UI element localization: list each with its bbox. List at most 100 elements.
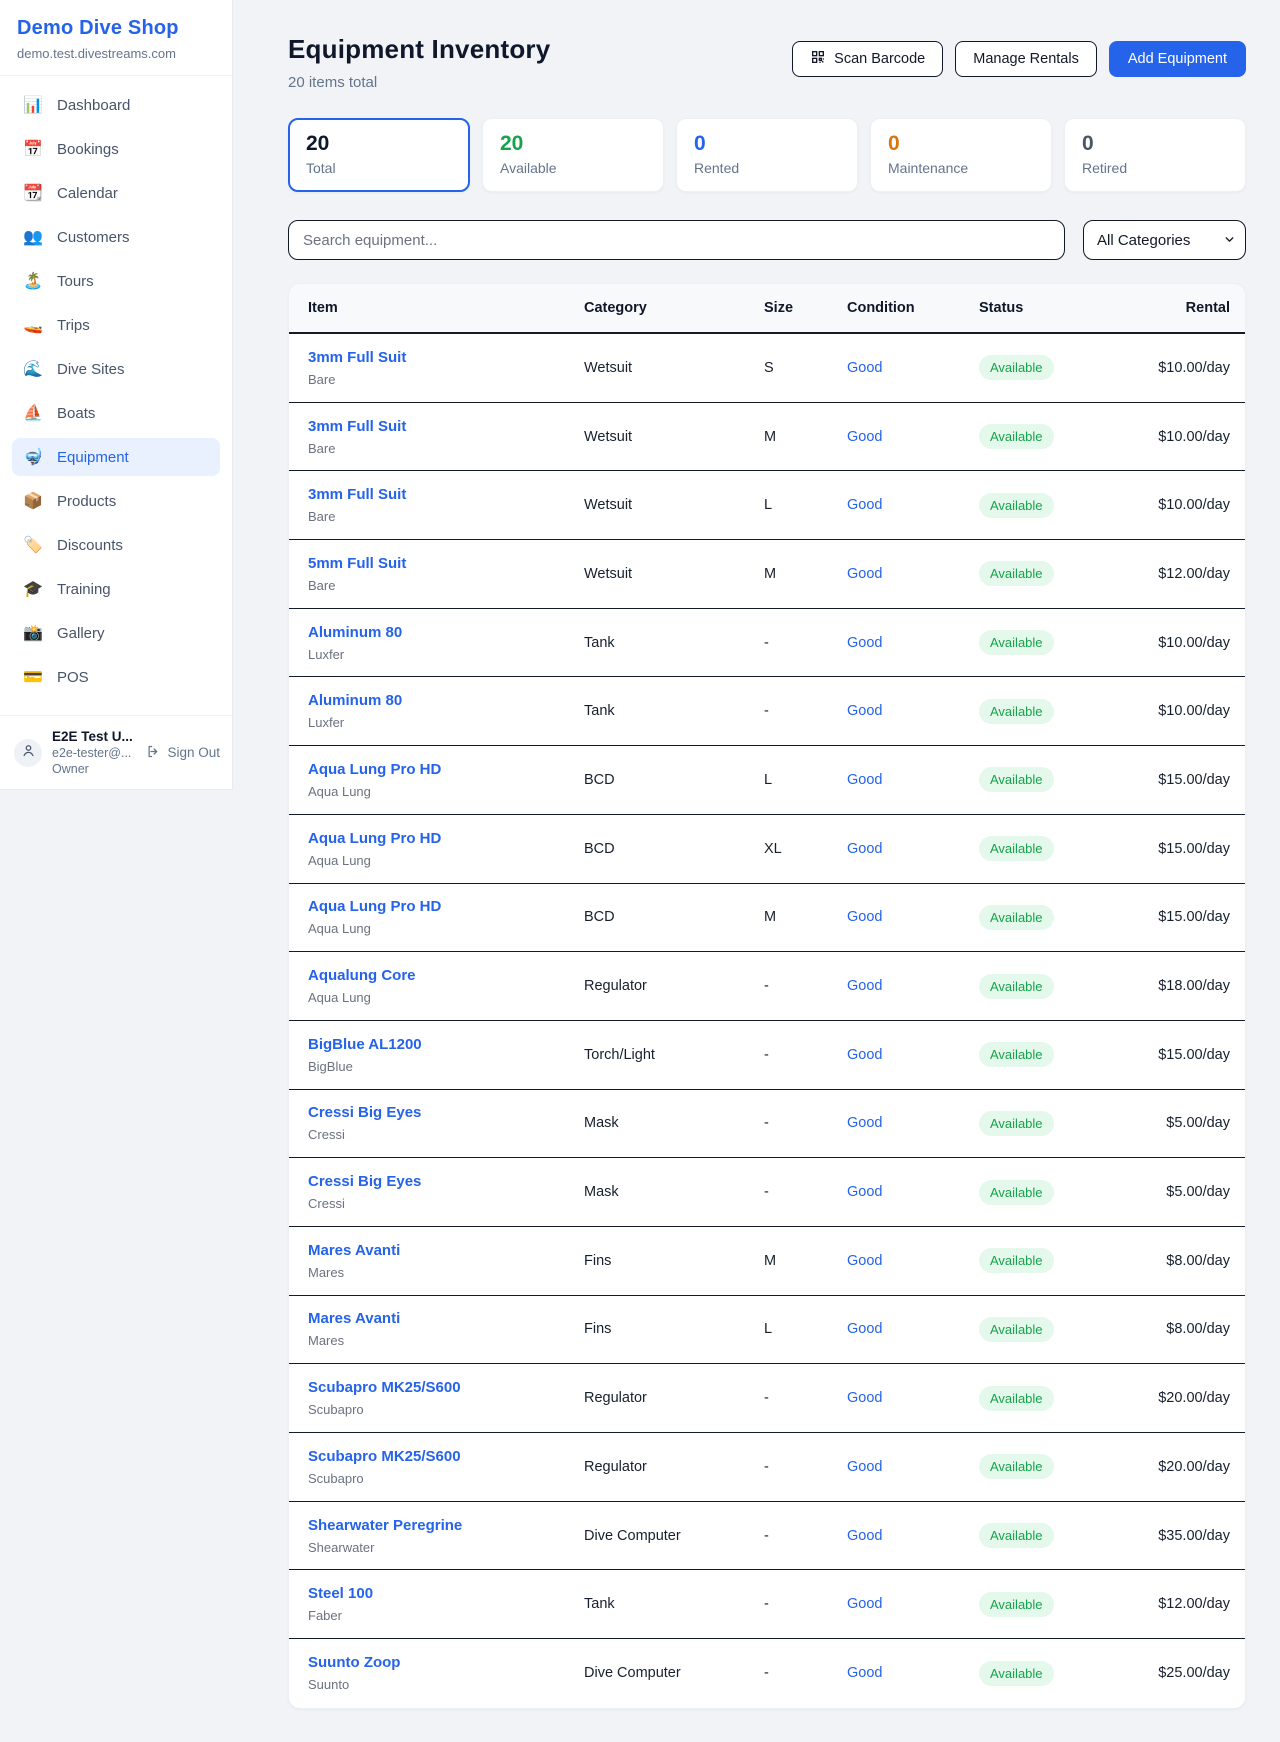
condition-link[interactable]: Good (847, 1184, 979, 1200)
sidebar-item-icon: 📸 (23, 623, 43, 643)
equipment-name-link[interactable]: 3mm Full Suit (308, 418, 406, 435)
status-badge: Available (979, 1523, 1054, 1548)
table-row: 3mm Full Suit Bare Wetsuit M Good Availa… (289, 403, 1245, 472)
sidebar-item-bookings[interactable]: 📅 Bookings (12, 130, 220, 168)
sidebar-item-pos[interactable]: 💳 POS (12, 658, 220, 696)
condition-link[interactable]: Good (847, 429, 979, 445)
sidebar-item-tours[interactable]: 🏝️ Tours (12, 262, 220, 300)
item-cell: 3mm Full Suit Bare (308, 418, 584, 456)
rental-cell: $15.00/day (1158, 771, 1230, 789)
equipment-name-link[interactable]: Aqua Lung Pro HD (308, 761, 441, 778)
equipment-name-link[interactable]: BigBlue AL1200 (308, 1036, 422, 1053)
barcode-scan-icon (810, 49, 826, 69)
status-cell: Available (979, 1111, 1166, 1136)
rental-price: $15.00/day (1158, 1047, 1230, 1063)
equipment-name-link[interactable]: Cressi Big Eyes (308, 1173, 421, 1190)
sidebar-item-icon: 🎓 (23, 579, 43, 599)
rental-cell: $15.00/day (1158, 908, 1230, 926)
size-cell: M (764, 566, 847, 582)
stat-card-retired[interactable]: 0 Retired (1064, 118, 1246, 192)
condition-link[interactable]: Good (847, 360, 979, 376)
rental-cell: $15.00/day (1158, 840, 1230, 858)
sidebar-item-gallery[interactable]: 📸 Gallery (12, 614, 220, 652)
condition-link[interactable]: Good (847, 703, 979, 719)
category-cell: Regulator (584, 1459, 764, 1475)
sidebar-item-discounts[interactable]: 🏷️ Discounts (12, 526, 220, 564)
condition-link[interactable]: Good (847, 1115, 979, 1131)
sidebar-item-dive-sites[interactable]: 🌊 Dive Sites (12, 350, 220, 388)
table-row: Aqua Lung Pro HD Aqua Lung BCD L Good Av… (289, 746, 1245, 815)
rental-price: $10.00/day (1158, 429, 1230, 445)
sidebar-item-products[interactable]: 📦 Products (12, 482, 220, 520)
condition-link[interactable]: Good (847, 566, 979, 582)
equipment-name-link[interactable]: Aqua Lung Pro HD (308, 898, 441, 915)
condition-link[interactable]: Good (847, 1321, 979, 1337)
stats-row: 20 Total 20 Available 0 Rented 0 Mainten… (288, 118, 1246, 192)
condition-link[interactable]: Good (847, 1253, 979, 1269)
condition-link[interactable]: Good (847, 772, 979, 788)
size-cell: M (764, 1253, 847, 1269)
status-badge: Available (979, 836, 1054, 861)
equipment-name-link[interactable]: 3mm Full Suit (308, 349, 406, 366)
condition-link[interactable]: Good (847, 1459, 979, 1475)
condition-link[interactable]: Good (847, 909, 979, 925)
rental-cell: $15.00/day (1158, 1046, 1230, 1064)
equipment-name-link[interactable]: Aqua Lung Pro HD (308, 830, 441, 847)
equipment-name-link[interactable]: Scubapro MK25/S600 (308, 1448, 461, 1465)
sign-out-button[interactable]: Sign Out (146, 744, 220, 762)
sidebar-item-boats[interactable]: ⛵ Boats (12, 394, 220, 432)
sidebar-item-label: Bookings (57, 141, 119, 158)
stat-card-rented[interactable]: 0 Rented (676, 118, 858, 192)
sidebar-item-customers[interactable]: 👥 Customers (12, 218, 220, 256)
sidebar-item-calendar[interactable]: 📆 Calendar (12, 174, 220, 212)
equipment-name-link[interactable]: Mares Avanti (308, 1310, 400, 1327)
equipment-name-link[interactable]: Aluminum 80 (308, 692, 402, 709)
equipment-name-link[interactable]: Mares Avanti (308, 1242, 400, 1259)
sidebar-item-icon: 📊 (23, 95, 43, 115)
status-cell: Available (979, 1454, 1158, 1479)
sidebar-item-dashboard[interactable]: 📊 Dashboard (12, 86, 220, 124)
table-row: Steel 100 Faber Tank - Good Available $1… (289, 1570, 1245, 1639)
rental-cell: $12.00/day (1158, 565, 1230, 583)
category-filter-select[interactable]: All Categories (1083, 220, 1246, 260)
equipment-name-link[interactable]: Steel 100 (308, 1585, 373, 1602)
sidebar-item-label: POS (57, 669, 89, 686)
condition-link[interactable]: Good (847, 635, 979, 651)
sidebar-item-icon: 📦 (23, 491, 43, 511)
rental-cell: $20.00/day (1158, 1389, 1230, 1407)
condition-link[interactable]: Good (847, 841, 979, 857)
stat-card-total[interactable]: 20 Total (288, 118, 470, 192)
equipment-name-link[interactable]: Suunto Zoop (308, 1654, 400, 1671)
condition-link[interactable]: Good (847, 1665, 979, 1681)
search-input[interactable] (288, 220, 1065, 260)
equipment-name-link[interactable]: Cressi Big Eyes (308, 1104, 421, 1121)
equipment-name-link[interactable]: Scubapro MK25/S600 (308, 1379, 461, 1396)
rental-cell: $25.00/day (1158, 1664, 1230, 1682)
rental-price: $18.00/day (1158, 978, 1230, 994)
equipment-name-link[interactable]: 5mm Full Suit (308, 555, 406, 572)
condition-link[interactable]: Good (847, 1390, 979, 1406)
stat-card-available[interactable]: 20 Available (482, 118, 664, 192)
condition-link[interactable]: Good (847, 1596, 979, 1612)
app-root: Demo Dive Shop demo.test.divestreams.com… (0, 0, 1280, 1741)
equipment-name-link[interactable]: Aluminum 80 (308, 624, 402, 641)
manage-rentals-button[interactable]: Manage Rentals (955, 41, 1097, 77)
sidebar-item-training[interactable]: 🎓 Training (12, 570, 220, 608)
sidebar-item-trips[interactable]: 🚤 Trips (12, 306, 220, 344)
sidebar-item-equipment[interactable]: 🤿 Equipment (12, 438, 220, 476)
table-row: Aqua Lung Pro HD Aqua Lung BCD M Good Av… (289, 884, 1245, 953)
item-cell: Aluminum 80 Luxfer (308, 692, 584, 730)
stat-card-maintenance[interactable]: 0 Maintenance (870, 118, 1052, 192)
equipment-name-link[interactable]: Aqualung Core (308, 967, 416, 984)
equipment-name-link[interactable]: Shearwater Peregrine (308, 1517, 462, 1534)
scan-barcode-button[interactable]: Scan Barcode (792, 41, 943, 77)
condition-link[interactable]: Good (847, 1528, 979, 1544)
sidebar-item-label: Training (57, 581, 111, 598)
condition-link[interactable]: Good (847, 1047, 979, 1063)
condition-link[interactable]: Good (847, 497, 979, 513)
equipment-name-link[interactable]: 3mm Full Suit (308, 486, 406, 503)
user-email: e2e-tester@... (52, 746, 136, 760)
add-equipment-button[interactable]: Add Equipment (1109, 41, 1246, 77)
condition-link[interactable]: Good (847, 978, 979, 994)
status-badge: Available (979, 1248, 1054, 1273)
